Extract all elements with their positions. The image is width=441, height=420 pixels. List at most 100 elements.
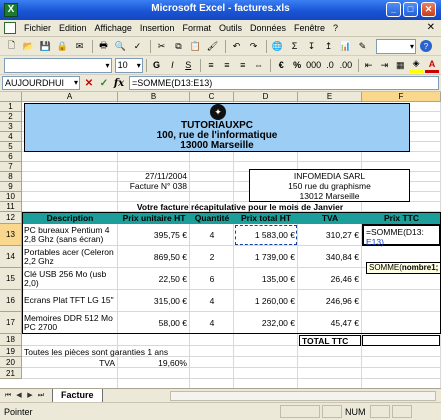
menu-fichier[interactable]: Fichier: [20, 23, 55, 33]
font-name-dropdown[interactable]: [4, 57, 112, 73]
menu-donnees[interactable]: Données: [246, 23, 290, 33]
italic-button[interactable]: I: [165, 58, 179, 73]
row-header-6[interactable]: 6: [0, 152, 22, 162]
row-header-13[interactable]: 13: [0, 224, 22, 246]
table-row-3-tva[interactable]: 26,46 €: [298, 268, 362, 290]
bold-button[interactable]: G: [150, 58, 164, 73]
row-header-5[interactable]: 5: [0, 142, 22, 152]
align-center-icon[interactable]: ≡: [220, 58, 234, 73]
borders-icon[interactable]: ▦: [393, 58, 407, 73]
total-ttc-value[interactable]: [362, 335, 440, 346]
row-header-7[interactable]: 7: [0, 162, 22, 172]
decrease-indent-icon[interactable]: ⇤: [362, 58, 376, 73]
row-header-11[interactable]: 11: [0, 202, 22, 212]
redo-icon[interactable]: ↷: [246, 39, 261, 54]
row-header-12[interactable]: 12: [0, 212, 22, 224]
table-row-4-qty[interactable]: 4: [190, 290, 234, 312]
table-row-1-description[interactable]: PC bureaux Pentium 4 2,8 Ghz (sans écran…: [22, 224, 118, 246]
email-icon[interactable]: ✉: [72, 39, 87, 54]
table-row-3-total-ht[interactable]: 135,00 €: [234, 268, 298, 290]
save-icon[interactable]: 💾: [38, 39, 53, 54]
thousands-icon[interactable]: 000: [306, 58, 321, 73]
row-header-14[interactable]: 14: [0, 246, 22, 268]
cancel-icon[interactable]: ✕: [83, 78, 95, 89]
select-all-corner[interactable]: [0, 92, 22, 102]
row-header-20[interactable]: 20: [0, 357, 22, 368]
menu-fenetre[interactable]: Fenêtre: [290, 23, 329, 33]
decrease-decimal-icon[interactable]: .00: [339, 58, 353, 73]
increase-decimal-icon[interactable]: .0: [323, 58, 337, 73]
column-header-d[interactable]: D: [234, 92, 298, 102]
last-sheet-icon[interactable]: ⏭: [36, 391, 46, 401]
table-row-3-unit-price[interactable]: 22,50 €: [118, 268, 190, 290]
next-sheet-icon[interactable]: ▶: [25, 391, 35, 401]
row-header-10[interactable]: 10: [0, 192, 22, 202]
column-header-b[interactable]: B: [118, 92, 190, 102]
chart-wizard-icon[interactable]: 📊: [338, 39, 353, 54]
active-cell-f13[interactable]: =SOMME(D13: E13): [362, 224, 441, 247]
table-row-5-unit-price[interactable]: 58,00 €: [118, 312, 190, 334]
table-row-1-unit-price[interactable]: 395,75 €: [118, 224, 190, 246]
table-row-4-tva[interactable]: 246,96 €: [298, 290, 362, 312]
name-box[interactable]: AUJOURDHUI: [2, 76, 80, 90]
row-header-1[interactable]: 1: [0, 102, 22, 112]
row-header-18[interactable]: 18: [0, 334, 22, 346]
table-row-2-tva[interactable]: 340,84 €: [298, 246, 362, 268]
table-row-2-description[interactable]: Portables acer (Celeron 2,2 Ghz: [22, 246, 118, 268]
menu-outils[interactable]: Outils: [215, 23, 246, 33]
close-button[interactable]: ✕: [421, 2, 436, 17]
menu-help[interactable]: ?: [329, 23, 342, 33]
column-header-e[interactable]: E: [298, 92, 362, 102]
undo-icon[interactable]: ↶: [229, 39, 244, 54]
underline-button[interactable]: S: [181, 58, 195, 73]
table-row-2-unit-price[interactable]: 869,50 €: [118, 246, 190, 268]
row-header-9[interactable]: 9: [0, 182, 22, 192]
row-header-21[interactable]: 21: [0, 368, 22, 379]
font-color-icon[interactable]: A: [425, 58, 439, 73]
table-row-2-total-ht[interactable]: 1 739,00 €: [234, 246, 298, 268]
sheet-tab-facture[interactable]: Facture: [52, 389, 103, 403]
table-row-4-total-ht[interactable]: 1 260,00 €: [234, 290, 298, 312]
table-row-3-description[interactable]: Clé USB 256 Mo (usb 2,0): [22, 268, 118, 290]
open-icon[interactable]: 📂: [21, 39, 36, 54]
column-header-a[interactable]: A: [22, 92, 118, 102]
table-row-5-qty[interactable]: 4: [190, 312, 234, 334]
column-header-f[interactable]: F: [362, 92, 441, 102]
table-row-3-qty[interactable]: 6: [190, 268, 234, 290]
menu-insertion[interactable]: Insertion: [136, 23, 179, 33]
menu-edition[interactable]: Edition: [55, 23, 91, 33]
row-header-3[interactable]: 3: [0, 122, 22, 132]
table-row-5-tva[interactable]: 45,47 €: [298, 312, 362, 334]
hyperlink-icon[interactable]: 🌐: [270, 39, 285, 54]
row-header-15[interactable]: 15: [0, 268, 22, 290]
table-row-1-qty[interactable]: 4: [190, 224, 234, 246]
increase-indent-icon[interactable]: ⇥: [378, 58, 392, 73]
menu-affichage[interactable]: Affichage: [91, 23, 136, 33]
row-header-16[interactable]: 16: [0, 290, 22, 312]
drawing-icon[interactable]: ✎: [355, 39, 370, 54]
maximize-button[interactable]: □: [403, 2, 418, 17]
paste-icon[interactable]: 📋: [188, 39, 203, 54]
spelling-icon[interactable]: ✓: [130, 39, 145, 54]
workbook-close-icon[interactable]: ✕: [427, 22, 435, 33]
row-header-4[interactable]: 4: [0, 132, 22, 142]
prev-sheet-icon[interactable]: ◀: [14, 391, 24, 401]
workbook-icon[interactable]: [4, 22, 16, 34]
merge-center-icon[interactable]: ⇔: [252, 58, 266, 73]
help-icon[interactable]: ?: [420, 40, 432, 52]
table-row-2-qty[interactable]: 2: [190, 246, 234, 268]
column-header-c[interactable]: C: [190, 92, 234, 102]
cut-icon[interactable]: ✂: [154, 39, 169, 54]
align-left-icon[interactable]: ≡: [204, 58, 218, 73]
table-row-1-tva[interactable]: 310,27 €: [298, 224, 362, 246]
format-painter-icon[interactable]: 🖌: [205, 39, 220, 54]
table-row-4-description[interactable]: Ecrans Plat TFT LG 15": [22, 290, 118, 312]
sort-desc-icon[interactable]: ↥: [321, 39, 336, 54]
table-row-1-total-ht[interactable]: 1 583,00 €: [234, 224, 298, 246]
sort-asc-icon[interactable]: ↧: [304, 39, 319, 54]
align-right-icon[interactable]: ≡: [236, 58, 250, 73]
insert-function-icon[interactable]: fx: [113, 78, 125, 89]
first-sheet-icon[interactable]: ⏮: [3, 391, 13, 401]
print-icon[interactable]: 🖶: [96, 39, 111, 54]
table-row-5-description[interactable]: Memoires DDR 512 Mo PC 2700: [22, 312, 118, 334]
